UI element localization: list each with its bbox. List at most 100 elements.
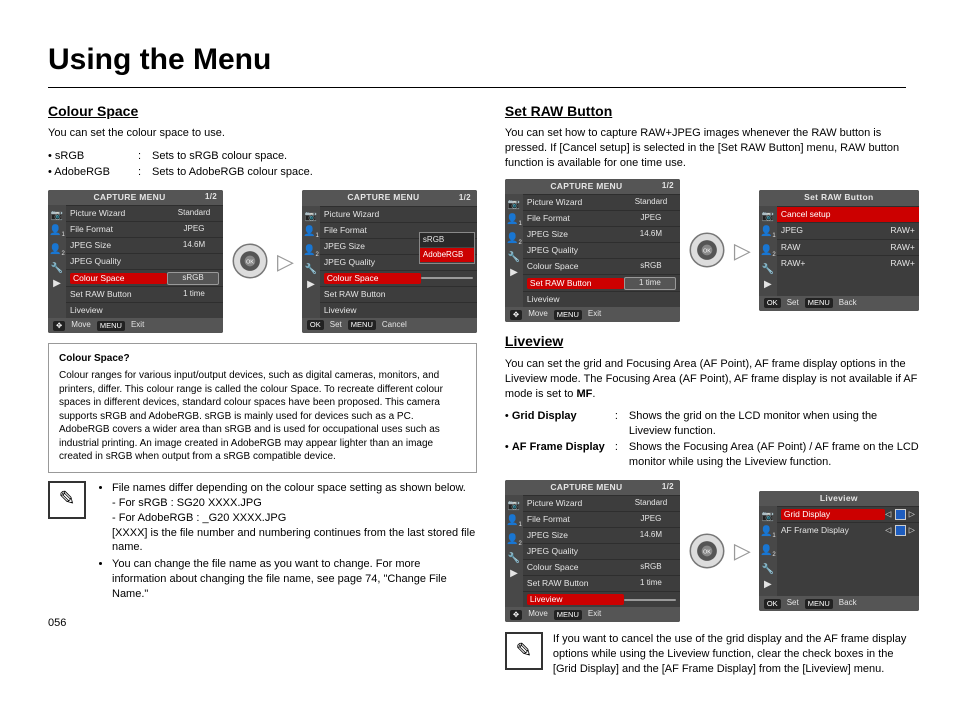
person-icon: 👤1 (48, 224, 66, 242)
menu-row: File FormatJPEG (66, 221, 223, 237)
menu-side-icons: 📷👤1👤2🔧▶ (759, 206, 777, 296)
menu-row-value: JPEG (169, 224, 219, 235)
menu-btn-icon: MENU (805, 298, 833, 308)
submenu-title: Set RAW Button (765, 192, 913, 203)
menu-row: Picture WizardStandard (523, 194, 680, 210)
note-bullet: File names differ depending on the colou… (112, 482, 466, 494)
colour-space-info-box: Colour Space? Colour ranges for various … (48, 343, 477, 473)
menu-row-label: JPEG Quality (70, 256, 169, 267)
colour-space-intro: You can set the colour space to use. (48, 126, 477, 141)
menu-side-icons: 📷 👤1 👤2 🔧 ▶ (48, 205, 66, 318)
menu-row: JPEG Size14.6M (66, 237, 223, 253)
pencil-note-icon: ✎ (48, 481, 86, 519)
menu-page: 1/2 (205, 192, 217, 203)
menu-row-label: File Format (70, 224, 169, 235)
menu-row: Set RAW Button1 time (523, 274, 680, 291)
foot-set: Set (787, 298, 799, 309)
foot-back: Back (839, 298, 857, 309)
pencil-note-icon: ✎ (505, 632, 543, 670)
submenu-row: JPEGRAW+ (777, 222, 919, 238)
colour-space-popup: sRGB AdobeRGB (419, 232, 475, 264)
menu-row: JPEG Size14.6M (523, 226, 680, 242)
menu-row-value: 1 time (169, 289, 219, 300)
note-bullet: You can change the file name as you want… (112, 557, 477, 602)
menu-row: JPEG Quality (66, 253, 223, 269)
menu-page: 1/2 (662, 181, 674, 192)
menu-row-value: ◁ ▷ (885, 525, 915, 536)
foot-back: Back (839, 598, 857, 609)
control-dial-icon: OK (688, 231, 726, 269)
foot-cancel: Cancel (382, 320, 407, 331)
right-column: Set RAW Button You can set how to captur… (505, 102, 919, 685)
menu-row: Liveview (523, 291, 680, 307)
menu-row: Grid Display◁ ▷ (777, 506, 919, 522)
menu-btn-icon: MENU (348, 320, 376, 330)
set-raw-intro: You can set how to capture RAW+JPEG imag… (505, 126, 919, 171)
capture-menu-colour-1: CAPTURE MENU 1/2 📷 👤1 👤2 🔧 ▶ Picture Wiz… (48, 190, 223, 333)
note-sub: - For AdobeRGB : _G20 XXXX.JPG (112, 511, 477, 526)
menu-row: Set RAW Button (320, 286, 477, 302)
arrow-right-icon: ▷ (277, 247, 294, 277)
menu-row: Picture Wizard (320, 206, 477, 222)
menu-btn-icon: MENU (554, 610, 582, 620)
menu-row: Colour Space (320, 270, 477, 286)
play-icon: ▶ (302, 278, 320, 292)
menu-row: Colour SpacesRGB (523, 559, 680, 575)
menu-row-label: JPEG Size (324, 241, 423, 252)
ok-btn-icon: OK (764, 599, 781, 609)
menu-row-label: Liveview (324, 305, 423, 316)
colour-space-heading: Colour Space (48, 102, 477, 121)
foot-set: Set (330, 320, 342, 331)
menu-row-value: 14.6M (626, 229, 676, 240)
def-desc: Shows the grid on the LCD monitor when u… (629, 409, 919, 439)
def-colon: : (615, 409, 629, 439)
menu-btn-icon: MENU (805, 599, 833, 609)
menu-btn-icon: MENU (554, 310, 582, 320)
menu-title: CAPTURE MENU (308, 192, 459, 203)
def-term: • Grid Display (505, 409, 615, 439)
liveview-intro: You can set the grid and Focusing Area (… (505, 357, 919, 402)
menu-row-label: Colour Space (527, 562, 626, 573)
menu-row: Liveview (66, 302, 223, 318)
foot-move: Move (528, 609, 548, 620)
set-raw-heading: Set RAW Button (505, 102, 919, 121)
menu-row-label: JPEG Size (70, 240, 169, 251)
def-colon: : (615, 440, 629, 470)
liveview-note: If you want to cancel the use of the gri… (553, 632, 919, 677)
menu-row-label: Grid Display (781, 509, 885, 520)
def-desc: Shows the Focusing Area (AF Point) / AF … (629, 440, 919, 470)
def-desc: Sets to sRGB colour space. (152, 149, 477, 164)
capture-menu-colour-2: CAPTURE MENU 1/2 📷 👤1 👤2 🔧 ▶ Picture Wiz… (302, 190, 477, 332)
menu-row: Liveview (523, 591, 680, 607)
set-raw-submenu: Set RAW Button 📷👤1👤2🔧▶ Cancel setupJPEGR… (759, 190, 919, 310)
camera-icon: 📷 (302, 210, 320, 224)
note-sub: [XXXX] is the file number and numbering … (112, 526, 477, 556)
left-column: Colour Space You can set the colour spac… (48, 102, 477, 685)
menu-row-label: Set RAW Button (527, 278, 624, 289)
menu-row: JPEG Size14.6M (523, 527, 680, 543)
info-box-text: Colour ranges for various input/output d… (59, 369, 466, 464)
menu-row-label: Liveview (527, 294, 626, 305)
submenu-row: RAWRAW+ (777, 239, 919, 255)
menu-side-icons: 📷👤1👤2🔧▶ (505, 194, 523, 307)
capture-menu-liveview: CAPTURE MENU 1/2 📷👤1👤2🔧▶ Picture WizardS… (505, 480, 680, 622)
submenu-row: Cancel setup (777, 206, 919, 222)
menu-row-value: Standard (169, 208, 219, 219)
menu-row-label: Set RAW Button (527, 578, 626, 589)
menu-row-label: JPEG Quality (324, 257, 423, 268)
def-term: • sRGB (48, 149, 138, 164)
menu-row: AF Frame Display◁ ▷ (777, 522, 919, 538)
menu-row: JPEG Quality (523, 543, 680, 559)
person-icon: 👤1 (302, 225, 320, 243)
title-rule (48, 87, 906, 88)
arrow-right-icon: ▷ (734, 236, 751, 266)
menu-row: Set RAW Button1 time (66, 286, 223, 302)
menu-row-value: sRGB (626, 562, 676, 573)
menu-side-icons: 📷 👤1 👤2 🔧 ▶ (302, 206, 320, 318)
wrench-icon: 🔧 (48, 262, 66, 276)
foot-exit: Exit (588, 609, 601, 620)
menu-row-value: Standard (626, 498, 676, 509)
popup-option: sRGB (420, 233, 474, 248)
menu-row-label: Picture Wizard (324, 209, 423, 220)
def-colon: : (138, 149, 152, 164)
